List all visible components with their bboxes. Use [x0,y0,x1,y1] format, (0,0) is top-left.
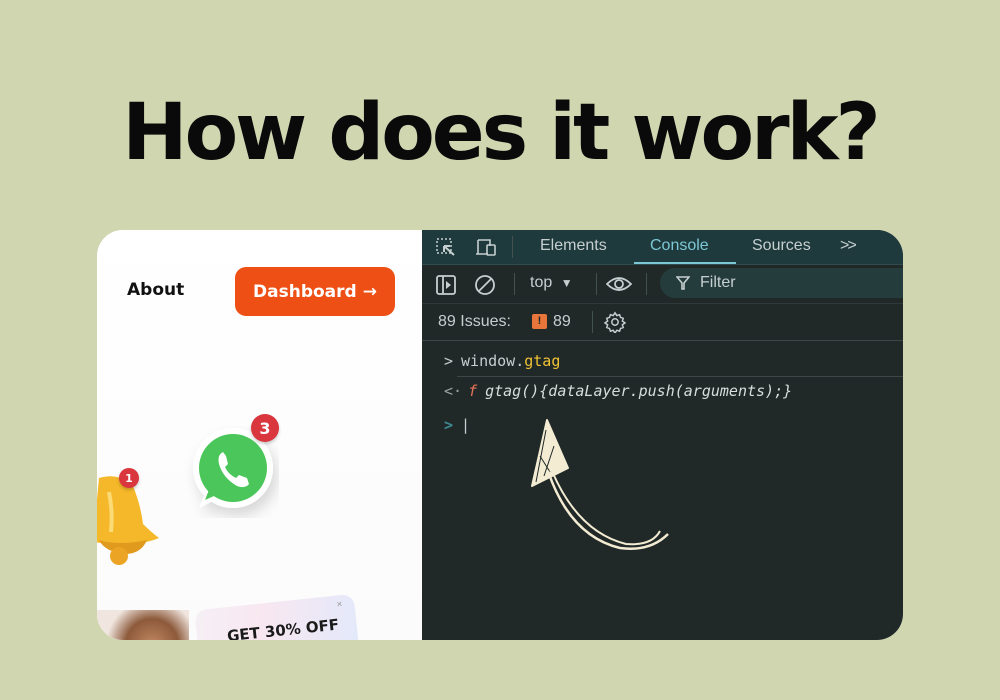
divider [592,311,593,333]
console-input-line: > window.gtag [444,352,560,370]
promo-card[interactable]: GET 30% OFF × [194,593,360,640]
text-cursor: | [461,416,471,434]
more-tabs-icon[interactable]: >> [840,237,857,255]
function-f-icon: f [468,382,478,400]
input-prompt-icon: > [444,352,454,370]
tab-sources[interactable]: Sources [752,237,811,255]
dashboard-button-label: Dashboard [253,281,357,302]
divider [457,376,903,377]
issue-warning-icon: ! [532,314,547,329]
sidebar-toggle-icon[interactable] [436,275,456,295]
divider [514,273,515,295]
divider [646,273,647,295]
settings-gear-icon[interactable] [604,311,626,333]
issues-label[interactable]: 89 Issues: [438,313,511,331]
issues-bar: 89 Issues: ! 89 [422,304,903,341]
console-output-line: <· f gtag(){dataLayer.push(arguments);} [444,382,792,400]
promo-text: GET 30% OFF [226,615,340,640]
input-property: gtag [524,352,561,370]
website-preview: About Dashboard → 3 1 GET 30% OFF × [97,230,422,640]
live-expression-eye-icon[interactable] [606,275,632,293]
output-text: gtag(){dataLayer.push(arguments);} [485,382,793,400]
issues-count[interactable]: 89 [553,313,571,331]
whatsapp-icon[interactable]: 3 [179,414,279,523]
arrow-right-icon: → [362,281,377,302]
output-prompt-icon: <· [444,382,463,400]
tab-elements[interactable]: Elements [540,237,607,255]
context-value: top [530,274,553,291]
nav-about-link[interactable]: About [127,280,184,300]
filter-placeholder: Filter [700,274,736,291]
screenshot-card: About Dashboard → 3 1 GET 30% OFF × Elem… [97,230,903,640]
divider [512,236,513,258]
tab-console[interactable]: Console [650,237,709,255]
close-icon[interactable]: × [336,599,343,611]
cursor-prompt-icon: > [444,416,454,434]
console-prompt-line[interactable]: > | [444,416,470,434]
page-headline: How does it work? [122,88,880,178]
devtools-panel: Elements Console Sources >> top ▼ Filter… [422,230,903,640]
dashboard-button[interactable]: Dashboard → [235,267,395,316]
caret-down-icon: ▼ [560,276,573,290]
hand-drawn-arrow-icon [531,419,669,550]
console-toolbar: top ▼ Filter [422,265,903,304]
inspect-element-icon[interactable] [436,238,456,256]
bell-notification-badge: 1 [119,468,139,488]
active-tab-indicator [634,262,736,264]
device-toolbar-icon[interactable] [474,238,498,256]
context-selector[interactable]: top ▼ [530,274,573,292]
clear-console-icon[interactable] [474,274,496,296]
filter-icon [676,276,690,290]
input-object: window. [461,352,525,370]
devtools-tab-bar: Elements Console Sources >> [422,230,903,265]
person-photo [97,610,189,640]
filter-input[interactable]: Filter [660,268,903,298]
whatsapp-notification-badge: 3 [251,414,279,442]
bell-icon: 1 [97,468,179,573]
divider [596,273,597,295]
